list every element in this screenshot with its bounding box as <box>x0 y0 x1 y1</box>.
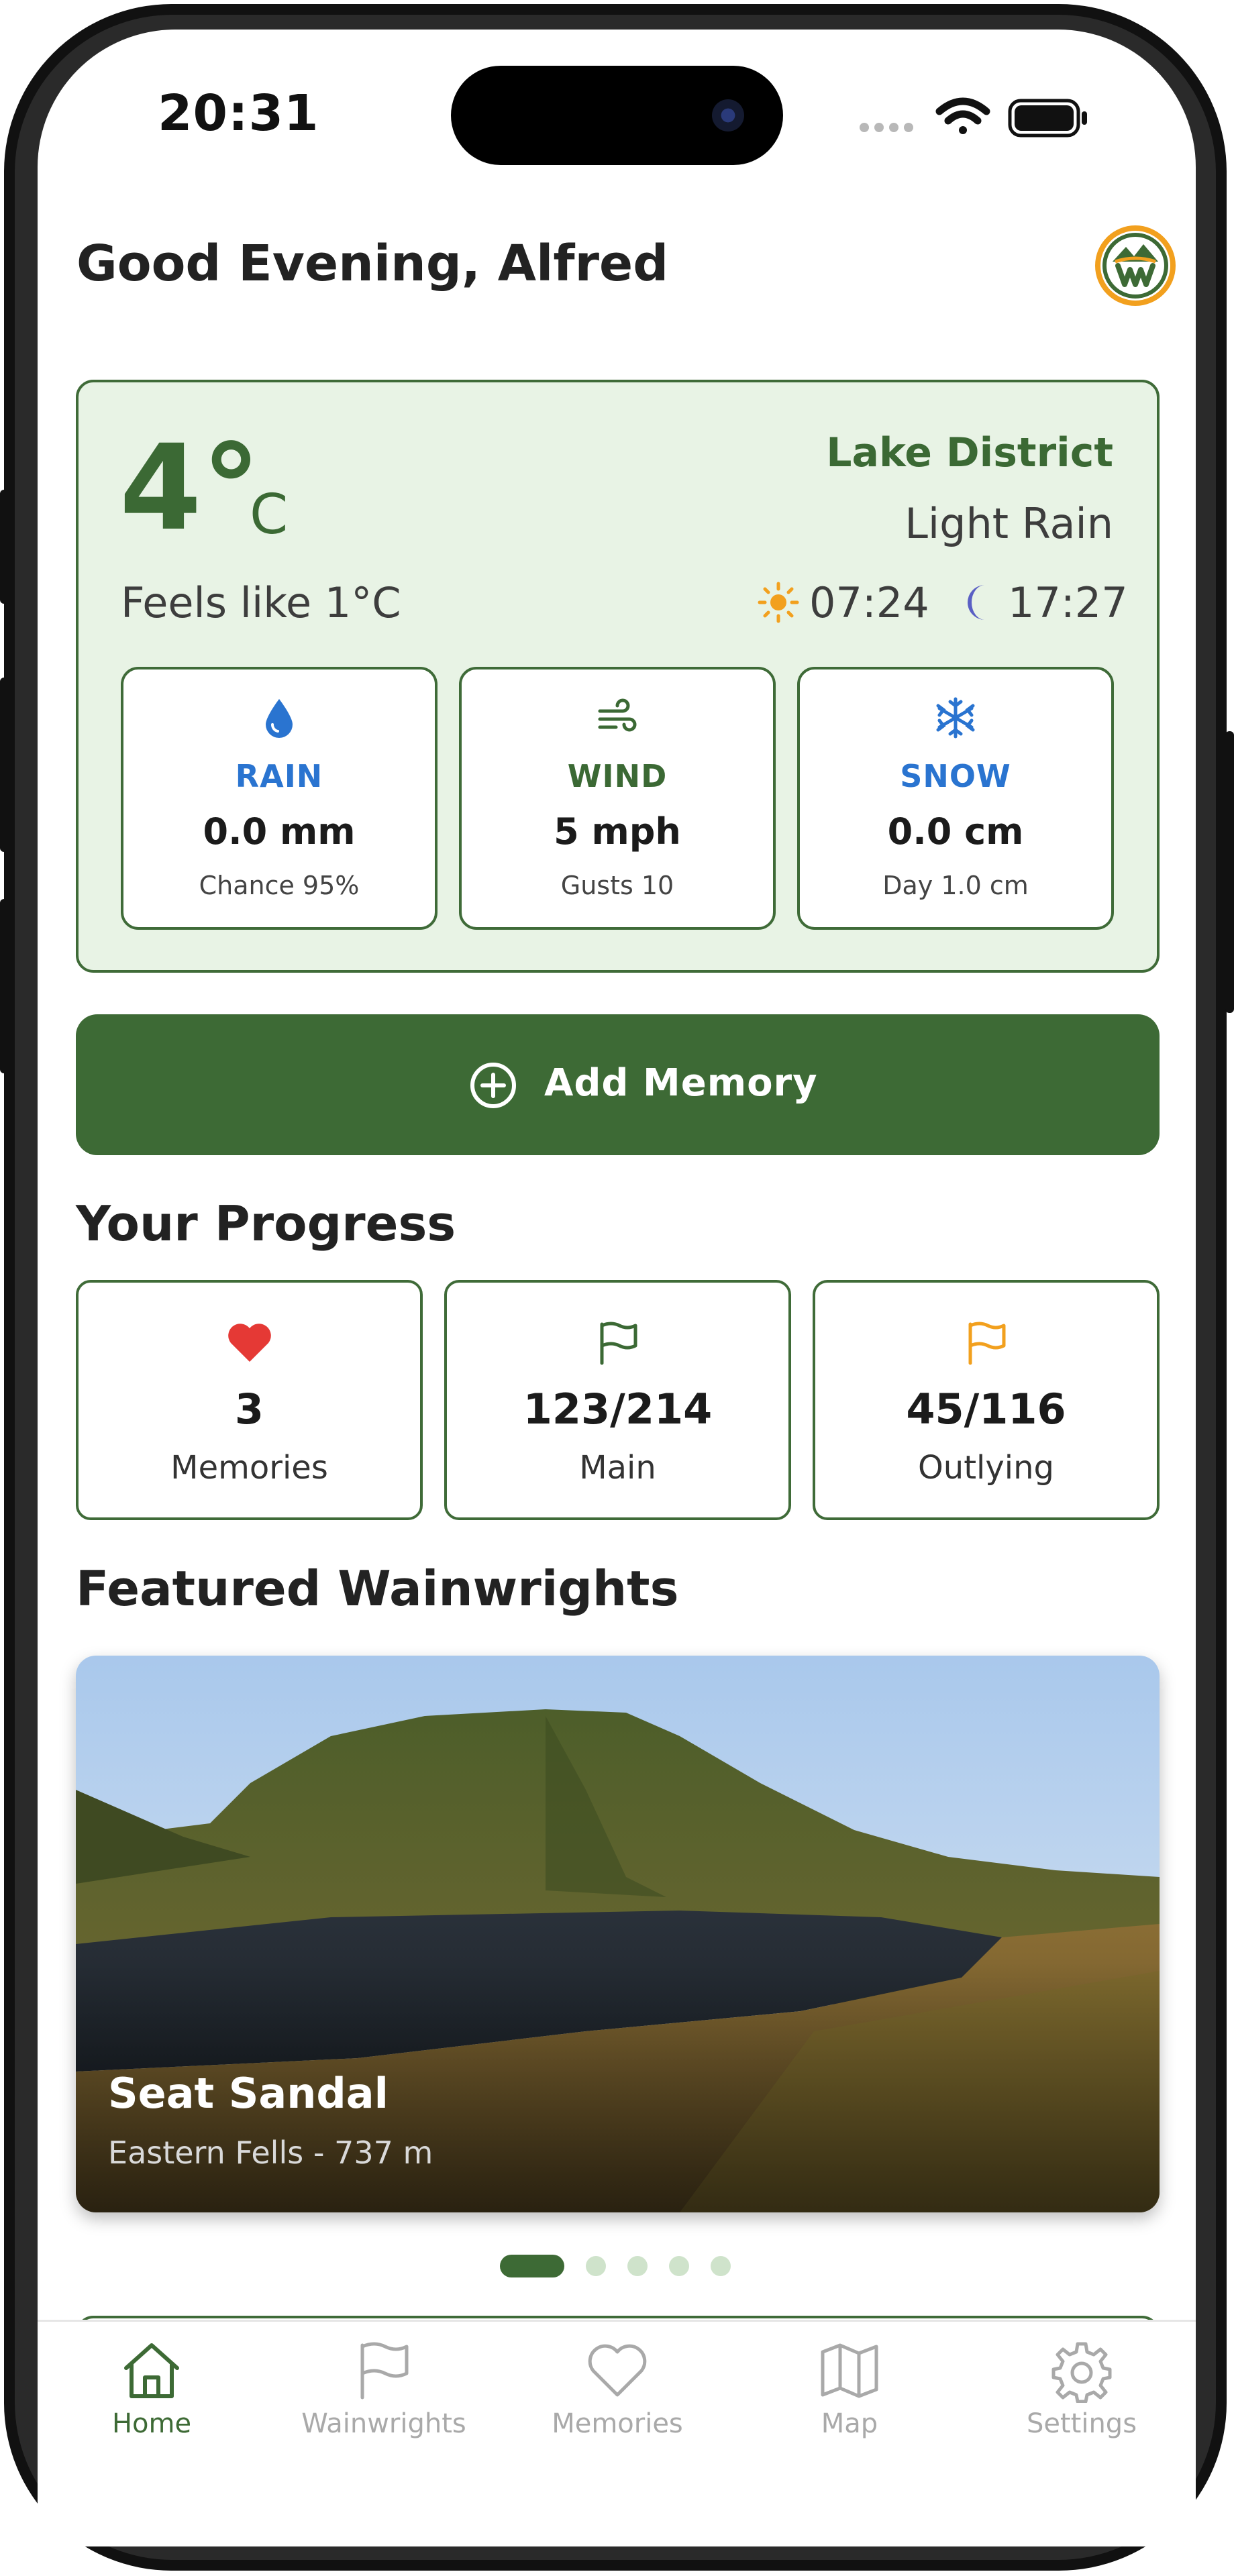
raindrop-icon <box>258 696 301 739</box>
rain-value: 0.0 mm <box>203 810 356 853</box>
gear-icon <box>1049 2339 1114 2404</box>
carousel-dot[interactable] <box>711 2256 731 2276</box>
tab-settings[interactable]: Settings <box>981 2339 1182 2459</box>
front-camera <box>712 99 744 131</box>
rain-label: RAIN <box>235 758 323 794</box>
featured-title: Featured Wainwrights <box>76 1560 679 1617</box>
snow-card[interactable]: SNOW 0.0 cm Day 1.0 cm <box>797 667 1114 930</box>
feels-like-text: Feels like 1°C <box>121 578 401 627</box>
snow-value: 0.0 cm <box>887 810 1024 853</box>
tab-home-label: Home <box>111 2408 192 2439</box>
carousel-dot-active[interactable] <box>500 2255 564 2277</box>
tab-map-label: Map <box>821 2408 878 2439</box>
featured-photo <box>76 1656 1160 2212</box>
rain-chance: Chance 95% <box>199 871 360 900</box>
memories-label: Memories <box>170 1449 328 1487</box>
plus-circle-icon <box>469 1061 517 1110</box>
carousel-dot[interactable] <box>627 2256 648 2276</box>
featured-subtitle: Eastern Fells - 737 m <box>108 2135 433 2171</box>
tab-home[interactable]: Home <box>51 2339 252 2459</box>
status-time: 20:31 <box>158 85 319 142</box>
battery-icon <box>1008 99 1087 138</box>
memories-count: 3 <box>234 1385 264 1434</box>
snowflake-icon <box>934 696 977 739</box>
outlying-count: 45/116 <box>906 1385 1066 1434</box>
wind-value: 5 mph <box>554 810 681 853</box>
rain-card[interactable]: RAIN 0.0 mm Chance 95% <box>121 667 438 930</box>
featured-wainwright-card[interactable]: Seat Sandal Eastern Fells - 737 m <box>76 1656 1160 2212</box>
main-progress-card[interactable]: 123/214 Main <box>444 1280 791 1520</box>
wind-label: WIND <box>567 758 668 794</box>
temperature-value: 4° <box>119 419 261 557</box>
add-memory-label: Add Memory <box>544 1061 818 1105</box>
snow-label: SNOW <box>900 758 1011 794</box>
sunrise-time: 07:24 <box>809 578 929 627</box>
tab-wainwrights-label: Wainwrights <box>301 2408 466 2439</box>
sun-icon <box>757 581 800 624</box>
flag-icon <box>594 1319 642 1367</box>
wind-card[interactable]: WIND 5 mph Gusts 10 <box>459 667 776 930</box>
carousel-dot[interactable] <box>586 2256 606 2276</box>
volume-down-button <box>0 899 9 1073</box>
map-icon <box>817 2339 882 2403</box>
tab-memories-label: Memories <box>552 2408 683 2439</box>
action-button <box>0 490 9 604</box>
outlying-label: Outlying <box>918 1449 1054 1487</box>
volume-up-button <box>0 678 9 852</box>
tab-wainwrights[interactable]: Wainwrights <box>283 2339 484 2459</box>
flag-icon <box>352 2339 416 2403</box>
status-icons <box>859 93 1094 140</box>
memories-progress-card[interactable]: 3 Memories <box>76 1280 423 1520</box>
greeting-text: Good Evening, Alfred <box>76 235 669 292</box>
tab-map[interactable]: Map <box>749 2339 950 2459</box>
tab-settings-label: Settings <box>1026 2408 1137 2439</box>
add-memory-button[interactable]: Add Memory <box>76 1014 1160 1155</box>
cellular-signal-icon <box>860 123 913 132</box>
heart-icon <box>585 2339 650 2403</box>
weather-condition: Light Rain <box>905 499 1113 548</box>
featured-name: Seat Sandal <box>108 2069 389 2118</box>
moon-icon <box>961 582 998 623</box>
outlying-progress-card[interactable]: 45/116 Outlying <box>813 1280 1160 1520</box>
sunset-time: 17:27 <box>1008 578 1128 627</box>
carousel-dot[interactable] <box>669 2256 689 2276</box>
main-count: 123/214 <box>523 1385 713 1434</box>
flag-icon <box>962 1319 1011 1367</box>
heart-icon <box>225 1319 274 1367</box>
home-icon <box>119 2339 184 2403</box>
wifi-icon <box>935 97 990 134</box>
main-label: Main <box>579 1449 656 1487</box>
tab-memories[interactable]: Memories <box>517 2339 718 2459</box>
power-button <box>1225 731 1234 1013</box>
wind-gusts: Gusts 10 <box>560 871 674 900</box>
progress-title: Your Progress <box>76 1195 456 1252</box>
wind-icon <box>596 696 639 739</box>
snow-day: Day 1.0 cm <box>882 871 1029 900</box>
weather-location: Lake District <box>826 429 1113 476</box>
wainwrights-logo-icon[interactable] <box>1092 223 1178 309</box>
dynamic-island <box>451 66 783 165</box>
temperature-unit: C <box>250 483 289 547</box>
